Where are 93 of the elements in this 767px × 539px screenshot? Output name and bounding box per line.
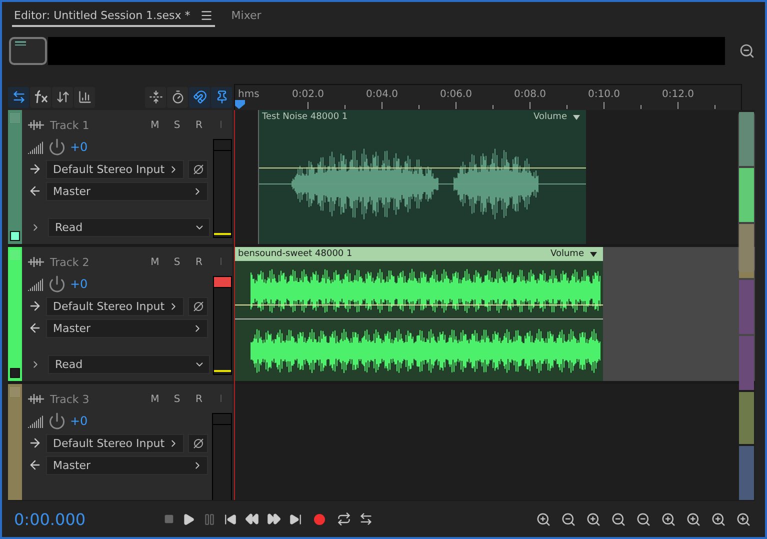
input-dropdown[interactable]: Default Stereo Input	[46, 296, 184, 316]
clip-name: bensound-sweet 48000 1	[238, 249, 352, 259]
zoom-out-icon[interactable]	[636, 512, 651, 526]
volume-knob-icon[interactable]	[48, 275, 66, 293]
phase-button[interactable]	[188, 434, 208, 452]
ruler-label: 0:08.0	[513, 89, 547, 100]
track-name: Track 2	[50, 256, 90, 268]
volume-value[interactable]: +0	[70, 277, 88, 291]
volume-value[interactable]: +0	[70, 414, 88, 428]
record-icon[interactable]	[314, 514, 325, 524]
track-checkbox[interactable]	[10, 368, 20, 378]
pause-icon[interactable]	[203, 512, 216, 526]
input-dropdown[interactable]: Default Stereo Input	[46, 434, 184, 452]
track-toggle[interactable]: S	[166, 120, 188, 130]
rewind-icon[interactable]	[245, 512, 259, 526]
menu-icon[interactable]	[200, 9, 214, 22]
ruler-label: hms	[237, 89, 260, 100]
stop-icon[interactable]	[164, 514, 174, 524]
phase-icon	[192, 164, 204, 174]
zoom-in-icon[interactable]	[711, 512, 726, 526]
output-dropdown[interactable]: Master	[46, 456, 208, 474]
skip-selection-icon[interactable]	[359, 512, 373, 526]
zoom-in-icon[interactable]	[586, 512, 601, 526]
waveform-icon	[28, 257, 44, 267]
timeline-ruler[interactable]: hms 0:02.0 0:04.0 0:06.0 0:08.0 0:10.0 0:12.0	[234, 84, 742, 110]
input-arrow-icon	[28, 299, 42, 313]
ruler-label: 0:10.0	[587, 89, 621, 100]
editor-tab[interactable]: Editor: Untitled Session 1.sesx *	[12, 5, 216, 27]
session-overview-drawing[interactable]	[738, 110, 755, 500]
volume-bars-icon	[28, 140, 44, 154]
magnet-icon[interactable]	[189, 86, 210, 108]
ruler-label: 0:06.0	[439, 89, 473, 100]
input-dropdown[interactable]: Default Stereo Input	[46, 160, 184, 178]
dropdown-triangle-icon[interactable]	[590, 252, 597, 256]
loop-icon[interactable]	[337, 512, 351, 526]
track-toggle[interactable]: S	[166, 256, 188, 268]
track-toggle[interactable]: R	[188, 256, 210, 268]
bar-chart-icon[interactable]	[74, 86, 95, 108]
time-display: 0:00.000	[13, 510, 87, 528]
automation-dropdown[interactable]: Read	[48, 218, 210, 236]
envelope-label[interactable]: Volume	[550, 249, 584, 259]
volume-knob-icon[interactable]	[48, 138, 66, 156]
skip-forward-icon[interactable]	[289, 512, 302, 526]
envelope-label[interactable]: Volume	[534, 112, 567, 122]
volume-bars-icon	[28, 414, 44, 428]
track-toggle[interactable]: S	[166, 394, 188, 404]
phase-button[interactable]	[188, 160, 208, 178]
volume-bars-icon	[28, 277, 44, 291]
track-toggle[interactable]: R	[188, 120, 210, 130]
output-arrow-icon	[28, 321, 42, 335]
play-icon[interactable]	[182, 512, 195, 526]
automation-dropdown[interactable]: Read	[48, 354, 210, 374]
editor-tab[interactable]: Mixer	[229, 5, 264, 27]
output-arrow-icon	[28, 458, 42, 472]
track-toggle[interactable]: R	[188, 394, 210, 404]
track-toggle[interactable]: M	[144, 120, 166, 130]
arrows-icon[interactable]	[8, 86, 29, 108]
phase-icon	[192, 438, 204, 448]
waveform-icon	[28, 120, 44, 130]
input-arrow-icon	[28, 436, 42, 450]
audio-clip[interactable]: bensound-sweet 48000 1 Volume	[234, 247, 603, 381]
zoom-in-icon[interactable]	[736, 512, 751, 526]
zoom-out-icon[interactable]	[561, 512, 576, 526]
waveform-icon	[28, 394, 44, 404]
track-toggle[interactable]: M	[144, 394, 166, 404]
audio-clip[interactable]: Test Noise 48000 1 Volume	[258, 110, 586, 244]
volume-value[interactable]: +0	[70, 140, 88, 154]
timer-icon[interactable]	[167, 86, 188, 108]
ruler-label: 0:04.0	[365, 89, 399, 100]
ruler-label: 0:02.0	[291, 89, 325, 100]
output-dropdown[interactable]: Master	[46, 318, 208, 338]
skip-back-icon[interactable]	[224, 512, 237, 526]
fast-forward-icon[interactable]	[267, 512, 281, 526]
track-checkbox[interactable]	[10, 231, 20, 241]
routing-icon[interactable]	[52, 86, 73, 108]
clip-frame-icon[interactable]	[8, 36, 48, 66]
volume-knob-icon[interactable]	[48, 412, 66, 430]
track-name: Track 3	[50, 392, 90, 406]
pin-icon[interactable]	[211, 86, 232, 108]
phase-button[interactable]	[188, 296, 208, 316]
output-dropdown[interactable]: Master	[46, 182, 208, 200]
fx-icon[interactable]	[30, 86, 51, 108]
zoom-out-icon[interactable]	[739, 43, 755, 59]
zoom-out-icon[interactable]	[611, 512, 626, 526]
clip-name: Test Noise 48000 1	[262, 112, 348, 122]
ruler-label: 0:12.0	[661, 89, 695, 100]
dropdown-triangle-icon[interactable]	[573, 114, 580, 120]
zoom-in-icon[interactable]	[686, 512, 701, 526]
zoom-in-icon[interactable]	[661, 512, 676, 526]
phase-icon	[192, 300, 204, 312]
zoom-in-icon[interactable]	[536, 512, 551, 526]
track-toggle[interactable]: M	[144, 256, 166, 268]
track-name: Track 1	[50, 118, 90, 132]
